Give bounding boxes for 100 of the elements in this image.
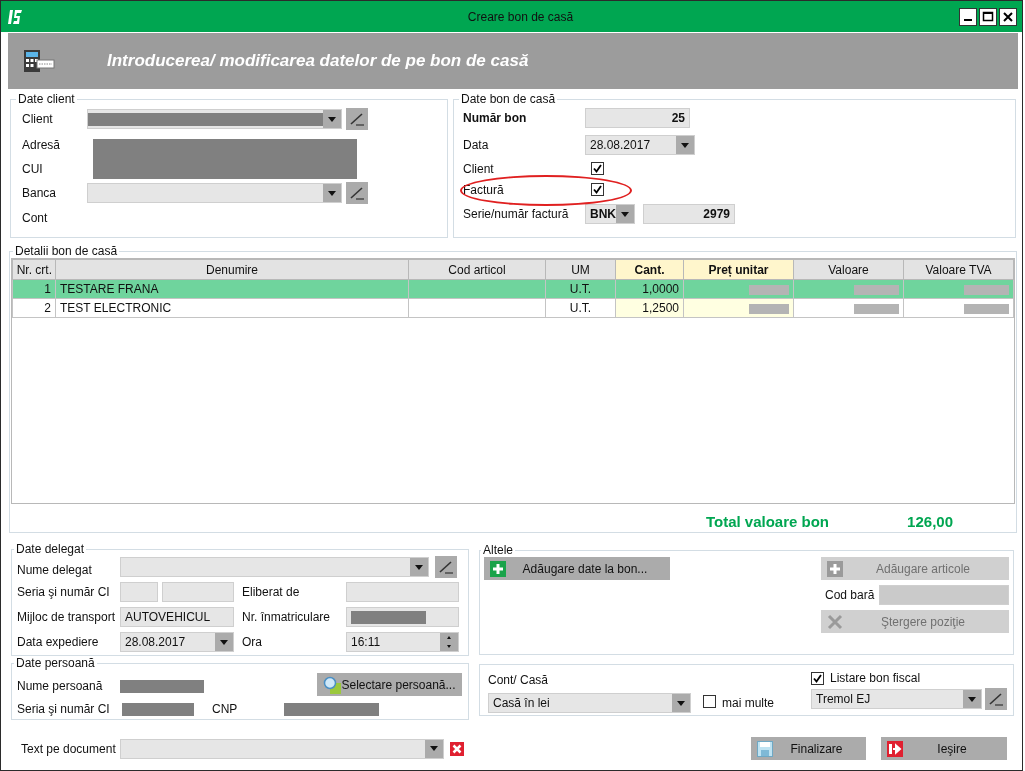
plus-icon: [827, 560, 843, 577]
text-field[interactable]: [120, 582, 158, 602]
column-header[interactable]: Valoare TVA: [903, 259, 1014, 280]
field-label: Data expediere: [17, 635, 100, 649]
edit-button[interactable]: [346, 182, 368, 204]
pen-icon: [438, 559, 454, 575]
field-label: CNP: [212, 702, 239, 716]
edit-button[interactable]: [346, 108, 368, 130]
field-label: Număr bon: [462, 111, 528, 125]
text-field[interactable]: [346, 582, 459, 602]
field-label: Cod bară: [824, 588, 876, 602]
field-label: mai multe: [722, 696, 774, 710]
field-label: Nr. înmatriculare: [242, 610, 332, 624]
field-label: Seria şi număr CI: [17, 702, 111, 716]
column-header[interactable]: Nr. crt.: [12, 259, 56, 280]
check-icon: [593, 164, 602, 173]
field-label: Factură: [462, 183, 505, 197]
column-header[interactable]: Denumire: [55, 259, 409, 280]
field-label: Text pe document: [21, 741, 117, 756]
plus-icon: [490, 560, 506, 577]
table-row[interactable]: 2 TEST ELECTRONIC U.T. 1,2500: [12, 298, 1014, 318]
edit-button[interactable]: [435, 556, 457, 578]
group-title: Cont/ Casă: [488, 673, 550, 687]
text-field[interactable]: [162, 582, 234, 602]
pen-icon: [988, 691, 1004, 707]
field-label: Nume delegat: [17, 561, 93, 577]
search-icon: [323, 675, 341, 694]
maximize-icon[interactable]: [979, 7, 997, 26]
action-button[interactable]: Ieşire: [881, 737, 1007, 760]
field-label: Serie/număr factură: [462, 207, 570, 221]
close-icon[interactable]: [999, 7, 1017, 26]
group-title: Date delegat: [15, 542, 86, 556]
select-button[interactable]: Selectare persoană...: [317, 673, 462, 696]
dropdown-field[interactable]: [87, 109, 342, 129]
column-header[interactable]: Cant.: [615, 259, 684, 280]
column-header[interactable]: UM: [545, 259, 616, 280]
text-field[interactable]: 25: [585, 108, 690, 128]
field-label: Listare bon fiscal: [830, 671, 921, 685]
field-label: Eliberat de: [242, 585, 301, 599]
clear-icon[interactable]: [450, 741, 464, 756]
minimize-icon[interactable]: [959, 7, 977, 26]
field-label: Client: [462, 162, 495, 176]
caret-icon: [681, 142, 689, 148]
total-label: Total valoare bon: [705, 512, 829, 530]
caret-icon: [328, 116, 337, 122]
field-label: Seria şi număr CI: [17, 585, 111, 599]
checkbox[interactable]: [703, 695, 716, 708]
column-header[interactable]: Preț unitar: [683, 259, 794, 280]
time-field[interactable]: 16:11: [346, 632, 459, 652]
dropdown-field[interactable]: Casă în lei: [488, 693, 691, 713]
caret-icon: [220, 639, 228, 645]
field-label: Banca: [21, 186, 58, 200]
cross-icon: [827, 613, 843, 630]
dropdown-field[interactable]: BNK: [585, 204, 635, 224]
check-icon: [593, 185, 602, 194]
field-label: CUI: [21, 161, 44, 178]
table-cell: TEST ELECTRONIC: [55, 298, 409, 318]
group-title: Date bon de casă: [460, 92, 557, 106]
dropdown-field[interactable]: 28.08.2017: [120, 632, 234, 652]
dropdown-field[interactable]: 28.08.2017: [585, 135, 695, 155]
checkbox[interactable]: [811, 671, 824, 685]
field-label: Client: [21, 112, 54, 126]
action-button[interactable]: Finalizare: [751, 737, 866, 760]
column-header[interactable]: Cod articol: [408, 259, 546, 280]
app-logo-icon: [8, 7, 22, 26]
caret-icon: [430, 746, 438, 751]
pen-icon: [349, 185, 365, 201]
check-icon: [813, 673, 822, 683]
field-label: Mijloc de transport: [17, 610, 117, 624]
checkbox[interactable]: [591, 183, 604, 196]
floppy-icon: [757, 740, 773, 757]
text-field[interactable]: [346, 607, 459, 627]
caret-icon: [677, 700, 685, 706]
total-value: 126,00: [906, 512, 953, 530]
field-label: Ora: [242, 635, 263, 649]
field-label: Cont: [21, 210, 49, 227]
field-label: Nume persoană: [17, 679, 104, 693]
field-label: Data: [462, 138, 490, 152]
barcode-field[interactable]: [879, 585, 1009, 605]
action-button[interactable]: Adăugare date la bon...: [484, 557, 670, 580]
column-header[interactable]: Valoare: [793, 259, 904, 280]
calculator-icon: [23, 49, 55, 73]
spinner-icon[interactable]: [440, 633, 458, 651]
dropdown-field[interactable]: [120, 738, 444, 759]
group-title: Date client: [17, 92, 76, 106]
table-cell: U.T.: [545, 298, 616, 318]
text-field[interactable]: AUTOVEHICUL: [120, 607, 234, 627]
text-field[interactable]: 2979: [643, 204, 735, 224]
edit-button[interactable]: [985, 688, 1007, 710]
caret-icon: [968, 696, 976, 702]
table-cell: 2: [12, 298, 56, 318]
caret-icon: [328, 190, 336, 196]
pen-icon: [349, 111, 365, 127]
group-title: Altele: [482, 543, 515, 557]
dropdown-field[interactable]: Tremol EJ: [811, 689, 982, 709]
checkbox[interactable]: [591, 162, 604, 175]
dropdown-field[interactable]: [87, 183, 342, 203]
dropdown-field[interactable]: [120, 557, 429, 577]
caret-icon: [415, 564, 423, 570]
field-label: Adresă: [21, 137, 62, 154]
